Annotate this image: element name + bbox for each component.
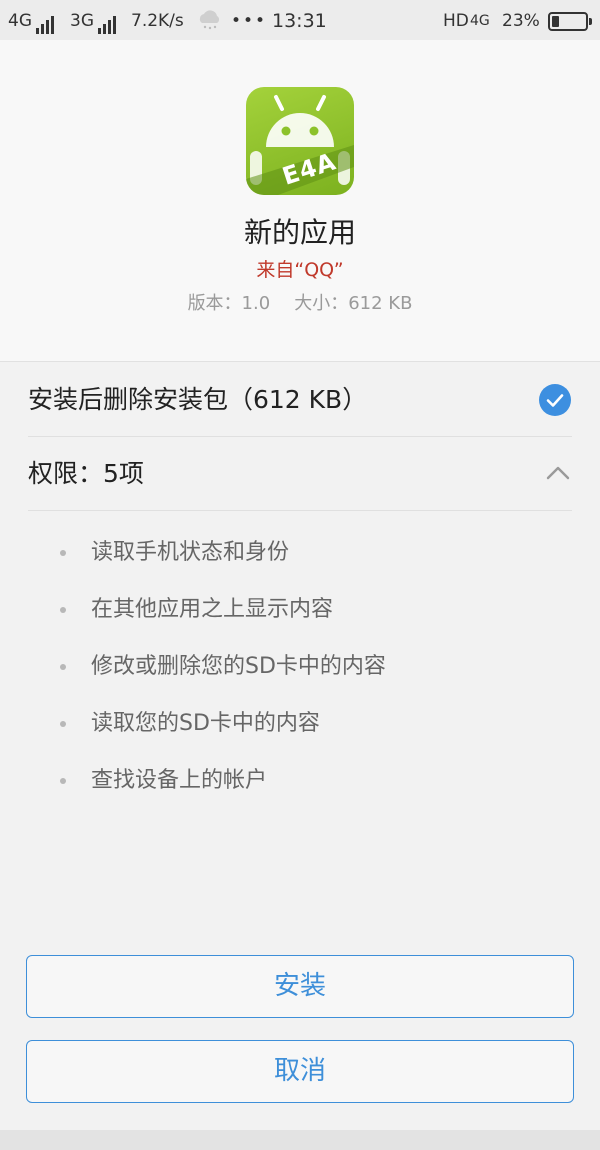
bullet-icon xyxy=(60,607,66,613)
delete-package-label: 安装后删除安装包（612 KB） xyxy=(28,385,368,414)
permissions-list: 读取手机状态和身份 在其他应用之上显示内容 修改或删除您的SD卡中的内容 读取您… xyxy=(54,532,574,817)
permissions-label: 权限：5项 xyxy=(28,459,144,488)
app-source: 来自“QQ” xyxy=(256,259,344,281)
permission-item: 修改或删除您的SD卡中的内容 xyxy=(54,646,574,703)
permission-item: 读取手机状态和身份 xyxy=(54,532,574,589)
cancel-button[interactable]: 取消 xyxy=(26,1040,574,1103)
navigation-bar-edge xyxy=(0,1130,600,1150)
app-version: 版本：1.0 xyxy=(187,293,271,314)
permission-item: 读取您的SD卡中的内容 xyxy=(54,703,574,760)
chevron-up-icon[interactable] xyxy=(544,459,572,487)
app-size: 大小：612 KB xyxy=(294,293,413,314)
install-button[interactable]: 安装 xyxy=(26,955,574,1018)
network-3g-label: 3G xyxy=(70,11,94,31)
bullet-icon xyxy=(60,664,66,670)
bullet-icon xyxy=(60,721,66,727)
battery-fill xyxy=(552,16,559,27)
bullet-icon xyxy=(60,550,66,556)
bullet-icon xyxy=(60,778,66,784)
permission-text: 在其他应用之上显示内容 xyxy=(91,597,334,622)
permission-text: 查找设备上的帐户 xyxy=(91,768,268,793)
app-info-header: E4A 新的应用 来自“QQ” 版本：1.0 大小：612 KB xyxy=(0,40,600,362)
network-speed: 7.2K/s xyxy=(131,11,184,31)
battery-icon xyxy=(548,12,592,31)
network-4g-indicator: 4G xyxy=(470,13,490,29)
permission-item: 查找设备上的帐户 xyxy=(54,760,574,817)
network-indicator-3g: 3G xyxy=(70,10,118,34)
status-bar: 4G 3G 7.2K/s ••• 13:31 HD 4G 23% xyxy=(0,0,600,40)
signal-icon xyxy=(36,12,56,34)
more-notifications-icon: ••• xyxy=(231,11,268,31)
delete-package-option[interactable]: 安装后删除安装包（612 KB） xyxy=(28,363,572,437)
network-4g-label: 4G xyxy=(8,11,32,31)
permission-text: 修改或删除您的SD卡中的内容 xyxy=(91,654,386,679)
permission-text: 读取手机状态和身份 xyxy=(91,540,290,565)
permission-item: 在其他应用之上显示内容 xyxy=(54,589,574,646)
app-icon: E4A xyxy=(246,87,354,195)
app-name: 新的应用 xyxy=(243,216,356,249)
permission-text: 读取您的SD卡中的内容 xyxy=(91,711,320,736)
network-indicator-4g: 4G xyxy=(8,10,56,34)
hd-indicator: HD xyxy=(443,11,469,31)
signal-icon xyxy=(98,12,118,34)
app-meta: 版本：1.0 大小：612 KB xyxy=(0,292,600,316)
weather-icon xyxy=(196,9,222,37)
battery-percent: 23% xyxy=(502,11,540,31)
permissions-header[interactable]: 权限：5项 xyxy=(28,437,572,511)
checkbox-checked-icon[interactable] xyxy=(539,384,571,416)
clock: 13:31 xyxy=(272,10,327,32)
